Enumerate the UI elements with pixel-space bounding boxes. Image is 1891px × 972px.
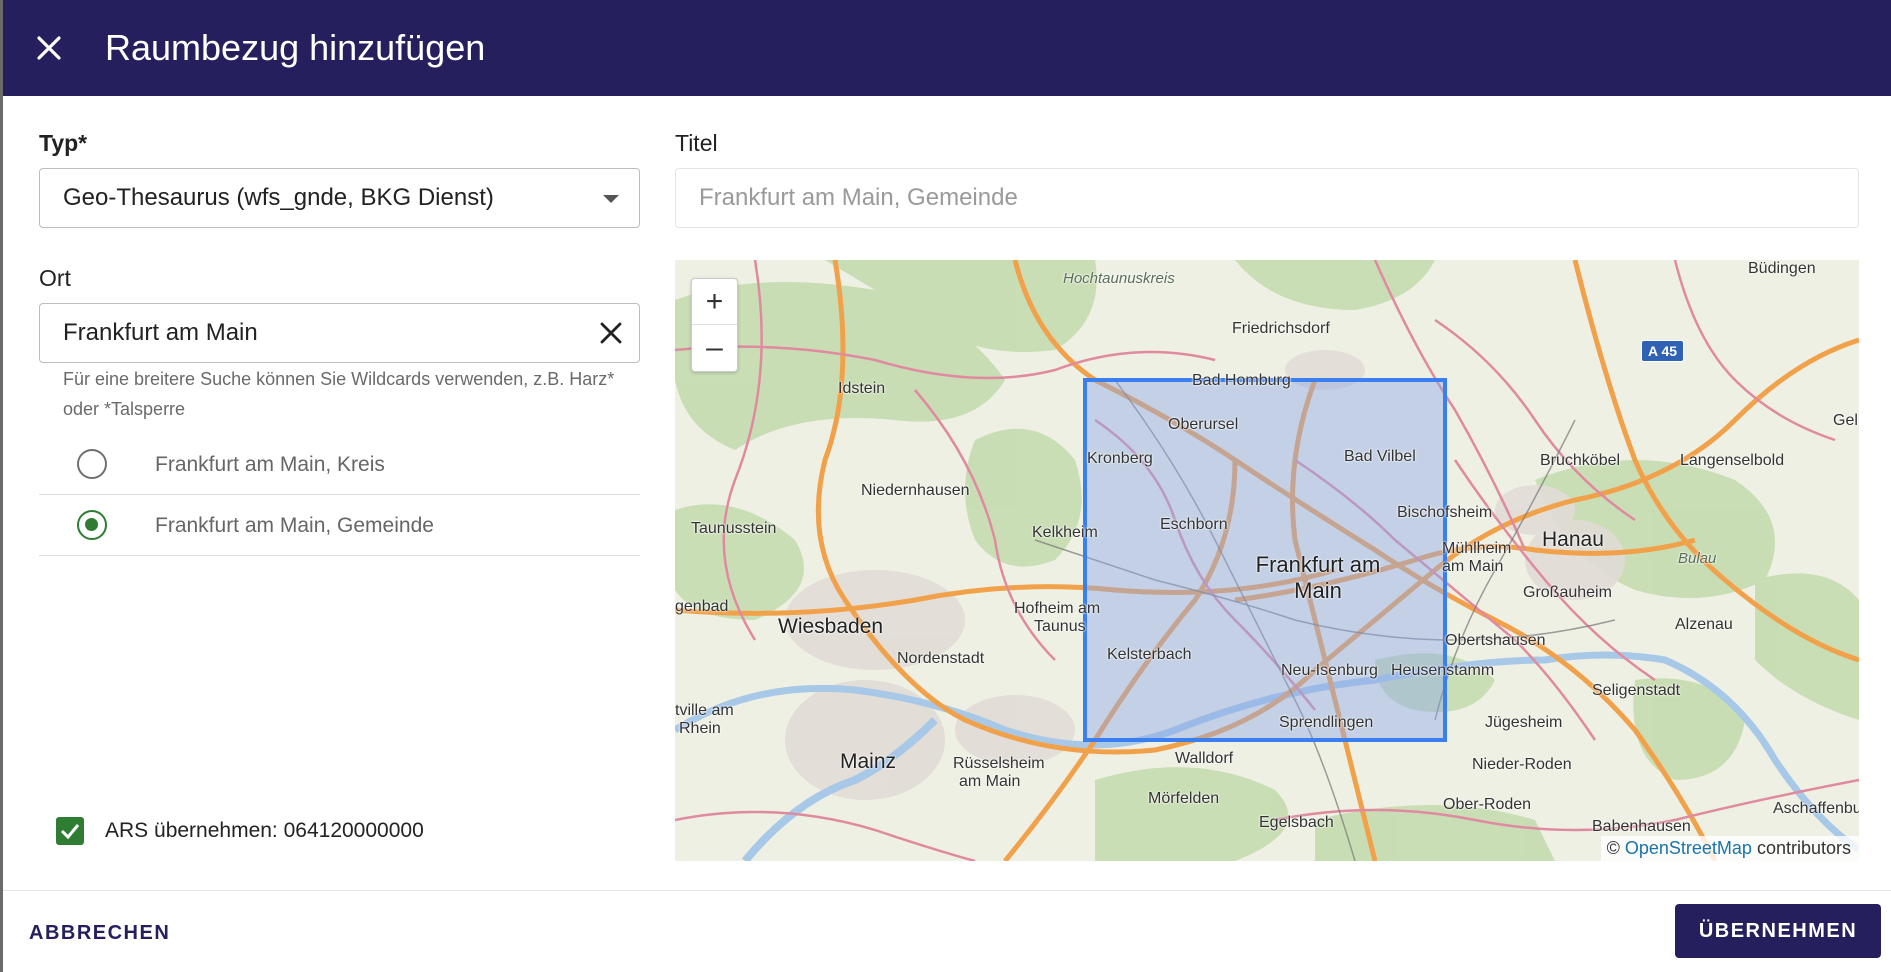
type-label: Typ* xyxy=(39,130,88,156)
place-label: Ort xyxy=(39,265,71,291)
map-label: Heusenstamm xyxy=(1391,662,1495,679)
map-label: Büdingen xyxy=(1748,260,1816,277)
map-label: Nordenstadt xyxy=(897,650,985,667)
title-label: Titel xyxy=(675,130,718,156)
map-label: Neu-Isenburg xyxy=(1281,662,1378,679)
dialog: Raumbezug hinzufügen Typ* Geo-Thesaurus … xyxy=(3,0,1891,972)
map-attribution: © OpenStreetMap contributors xyxy=(1600,836,1859,861)
map-label: Walldorf xyxy=(1175,750,1234,767)
map-label-city: Frankfurt am Main xyxy=(1255,552,1381,603)
result-item[interactable]: Frankfurt am Main, Kreis xyxy=(39,434,640,495)
zoom-control: + – xyxy=(691,278,738,372)
map-label: Niedernhausen xyxy=(861,482,970,499)
map-label: Bulau xyxy=(1678,550,1717,567)
map-label: Seligenstadt xyxy=(1592,682,1681,699)
map-label: Friedrichsdorf xyxy=(1232,320,1330,337)
cancel-button[interactable]: ABBRECHEN xyxy=(17,910,182,956)
map-label: Babenhausen xyxy=(1592,818,1691,835)
type-select[interactable]: Geo-Thesaurus (wfs_gnde, BKG Dienst) xyxy=(39,168,640,228)
map[interactable]: Hochtaunuskreis Friedrichsdorf Büdingen … xyxy=(675,260,1859,861)
map-label: Sprendlingen xyxy=(1279,714,1374,731)
map-label: Rhein xyxy=(679,720,721,737)
clear-button[interactable] xyxy=(593,315,629,351)
result-radio[interactable] xyxy=(77,510,107,540)
map-label: Nieder-Roden xyxy=(1472,756,1572,773)
result-label: Frankfurt am Main, Gemeinde xyxy=(155,514,434,537)
map-label: Bischofsheim xyxy=(1397,504,1493,521)
type-select-value: Geo-Thesaurus (wfs_gnde, BKG Dienst) xyxy=(63,184,494,211)
chevron-down-icon xyxy=(603,195,619,203)
result-radio[interactable] xyxy=(77,449,107,479)
map-label: Egelsbach xyxy=(1259,814,1334,831)
map-label: am Main xyxy=(959,773,1021,790)
ars-checkbox[interactable] xyxy=(56,817,84,845)
clear-icon xyxy=(600,322,622,344)
map-label: Taunus xyxy=(1034,618,1086,635)
apply-button[interactable]: ÜBERNEHMEN xyxy=(1675,904,1881,958)
map-label: Mainz xyxy=(840,750,897,773)
result-item[interactable]: Frankfurt am Main, Gemeinde xyxy=(39,495,640,556)
map-label: Bad Vilbel xyxy=(1344,448,1416,465)
map-label: Obertshausen xyxy=(1445,632,1546,649)
close-button[interactable] xyxy=(27,26,71,70)
map-label: Eschborn xyxy=(1160,516,1228,533)
dialog-title: Raumbezug hinzufügen xyxy=(105,27,486,68)
checkmark-icon xyxy=(60,824,80,840)
attribution-link[interactable]: OpenStreetMap xyxy=(1625,838,1752,858)
map-label: Rüsselsheim xyxy=(953,755,1045,772)
map-label: Alzenau xyxy=(1675,616,1733,633)
map-label: Idstein xyxy=(838,380,886,397)
map-label: Bad Homburg xyxy=(1192,372,1291,389)
place-input-value: Frankfurt am Main xyxy=(63,319,258,346)
zoom-in-button[interactable]: + xyxy=(692,279,737,325)
title-input: Frankfurt am Main, Gemeinde xyxy=(675,168,1859,228)
search-hint: Für eine breitere Suche können Sie Wildc… xyxy=(63,369,615,419)
zoom-out-button[interactable]: – xyxy=(692,325,737,371)
map-label: Jügesheim xyxy=(1485,714,1563,731)
map-label: Wiesbaden xyxy=(778,615,884,638)
map-label: Kelkheim xyxy=(1032,524,1098,541)
map-label: Taunusstein xyxy=(691,520,777,537)
map-label: tville am xyxy=(675,702,734,719)
map-label: Ober-Roden xyxy=(1443,796,1532,813)
title-input-value: Frankfurt am Main, Gemeinde xyxy=(699,184,1018,211)
map-label: am Main xyxy=(1442,558,1504,575)
map-label: Hochtaunuskreis xyxy=(1063,270,1175,287)
map-label: Großauheim xyxy=(1523,584,1612,601)
map-label: Mörfelden xyxy=(1148,790,1220,807)
attribution-copyright: © xyxy=(1606,838,1620,858)
ars-checkbox-label: ARS übernehmen: 064120000000 xyxy=(105,819,424,842)
dialog-header: Raumbezug hinzufügen xyxy=(3,0,1891,96)
close-icon xyxy=(37,36,61,60)
footer-divider xyxy=(3,890,1891,891)
attribution-suffix: contributors xyxy=(1756,838,1851,858)
map-label: Mühlheim xyxy=(1442,540,1512,557)
map-label: Kelsterbach xyxy=(1107,646,1192,663)
road-shield: A 45 xyxy=(1641,340,1685,362)
map-label: Aschaffenbu xyxy=(1773,800,1859,817)
map-label: Hofheim am xyxy=(1014,600,1101,617)
map-label: Oberursel xyxy=(1168,416,1239,433)
map-label: genbad xyxy=(675,598,729,615)
map-label: Geln xyxy=(1833,412,1859,429)
result-label: Frankfurt am Main, Kreis xyxy=(155,453,385,476)
map-label: Kronberg xyxy=(1087,450,1153,467)
place-input[interactable]: Frankfurt am Main xyxy=(39,303,640,363)
map-label: Bruchköbel xyxy=(1540,452,1621,469)
map-label: Hanau xyxy=(1542,528,1604,551)
map-label: Langenselbold xyxy=(1680,452,1785,469)
